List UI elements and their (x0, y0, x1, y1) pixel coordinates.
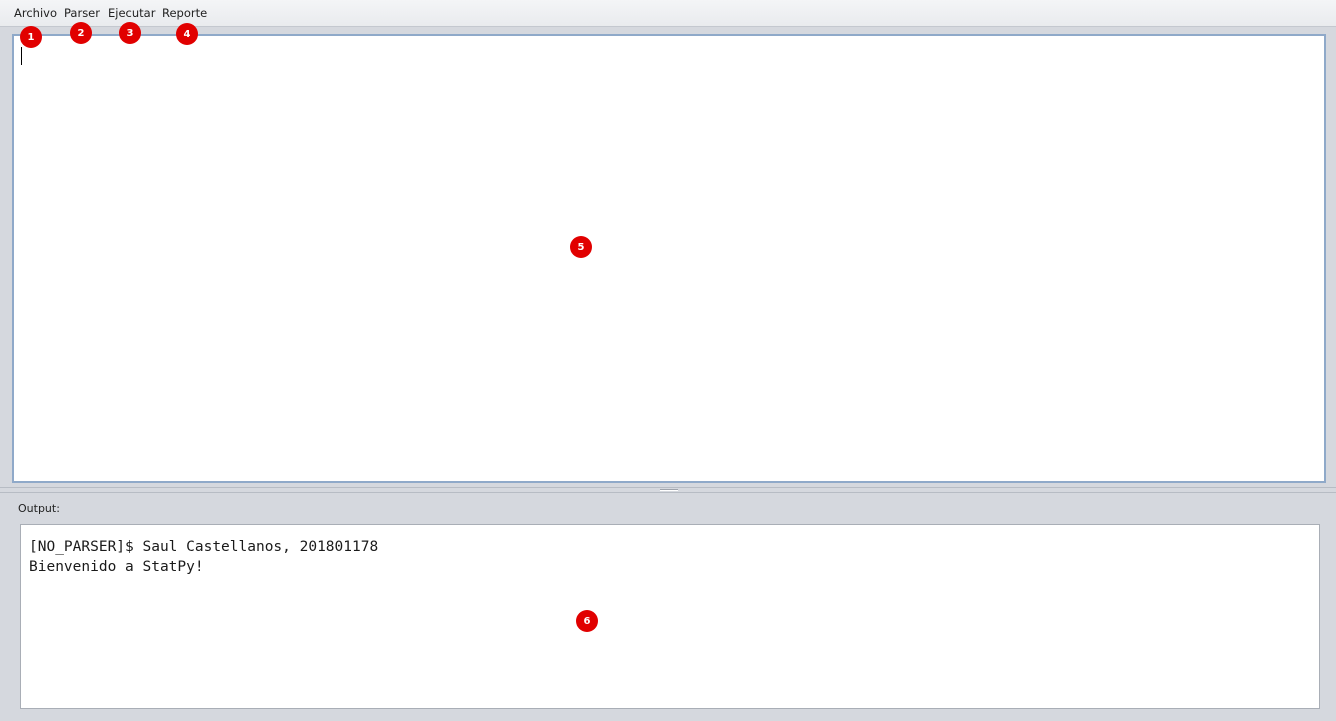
menu-archivo[interactable]: Archivo (14, 6, 57, 20)
output-label: Output: (18, 502, 60, 515)
menu-ejecutar[interactable]: Ejecutar (108, 6, 155, 20)
annotation-badge: 3 (119, 22, 141, 44)
code-editor-frame (12, 34, 1326, 483)
code-editor[interactable] (14, 36, 1324, 481)
split-pane-divider[interactable] (0, 487, 1336, 493)
menu-bar: Archivo Parser Ejecutar Reporte (0, 0, 1336, 27)
output-line: [NO_PARSER]$ Saul Castellanos, 201801178 (29, 539, 379, 555)
splitter-grip-icon (660, 489, 678, 491)
output-console[interactable]: [NO_PARSER]$ Saul Castellanos, 201801178… (20, 524, 1320, 709)
annotation-badge: 2 (70, 22, 92, 44)
text-caret (21, 47, 22, 65)
output-line: Bienvenido a StatPy! (29, 559, 204, 575)
annotation-badge: 5 (570, 236, 592, 258)
annotation-badge: 4 (176, 23, 198, 45)
menu-reporte[interactable]: Reporte (162, 6, 207, 20)
annotation-badge: 6 (576, 610, 598, 632)
menu-parser[interactable]: Parser (64, 6, 100, 20)
annotation-badge: 1 (20, 26, 42, 48)
